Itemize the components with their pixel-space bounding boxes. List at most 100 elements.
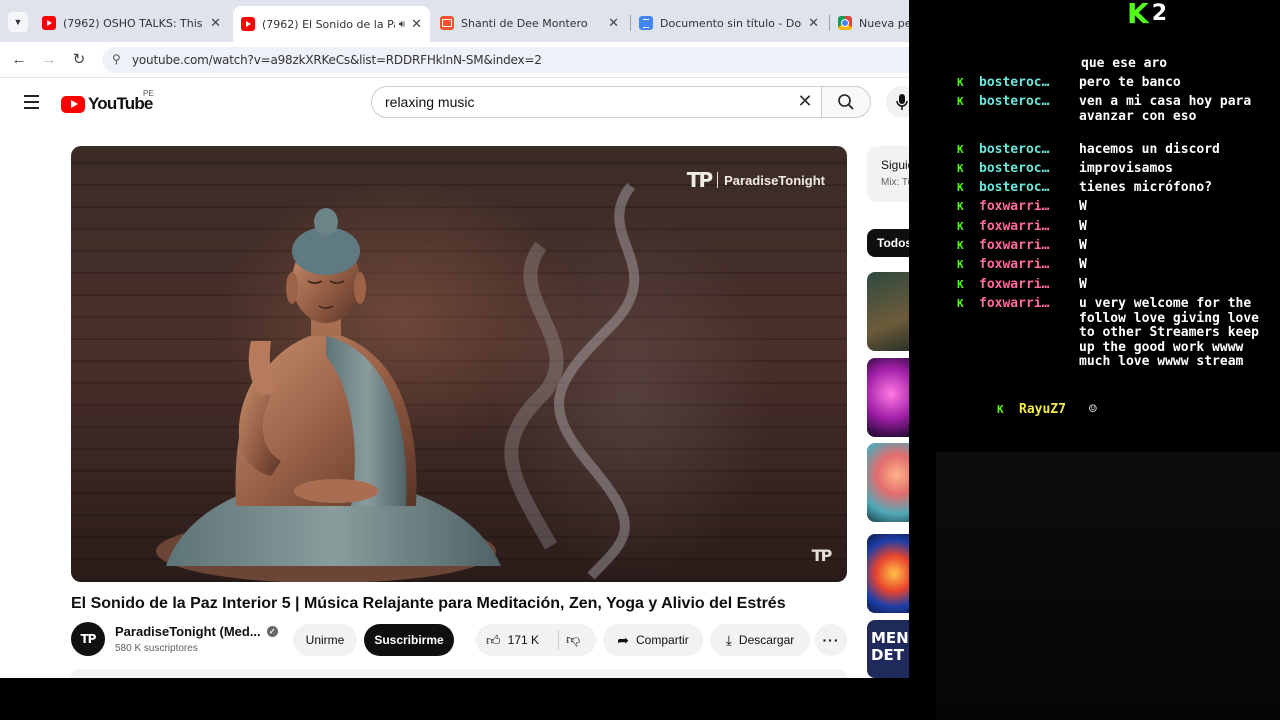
channel-name[interactable]: ParadiseTonight (Med... bbox=[115, 624, 261, 639]
url-text[interactable]: youtube.com/watch?v=a98zkXRKeCs&list=RDD… bbox=[132, 53, 542, 67]
reload-button[interactable]: ↻ bbox=[69, 50, 89, 70]
description-box[interactable] bbox=[71, 669, 847, 678]
menu-icon[interactable] bbox=[24, 95, 39, 113]
watermark-divider bbox=[717, 172, 719, 188]
chat-emote: W bbox=[1079, 257, 1087, 272]
kick-badge-icon: K bbox=[957, 220, 964, 233]
chat-message: K foxwarri… W bbox=[957, 257, 1269, 273]
kick-logo-letter: K bbox=[1127, 0, 1149, 30]
chat-emote: W bbox=[1079, 199, 1087, 214]
tab-title: (7962) El Sonido de la Paz Int... bbox=[262, 17, 395, 31]
search-button[interactable] bbox=[821, 86, 871, 118]
tab-title: Shanti de Dee Montero bbox=[461, 16, 588, 30]
filter-chip-all[interactable]: Todos bbox=[867, 229, 909, 257]
channel-name-link[interactable]: ParadiseTonight (Med... ✓ bbox=[115, 624, 278, 639]
browser-toolbar: ← → ↻ ⚲ youtube.com/watch?v=a98zkXRKeCs&… bbox=[0, 42, 909, 78]
chat-username: foxwarri… bbox=[979, 200, 1050, 214]
recommended-thumbnail[interactable] bbox=[867, 443, 909, 522]
kick-badge-icon: K bbox=[957, 162, 964, 175]
download-button[interactable]: ⤓ Descargar bbox=[710, 624, 810, 656]
close-icon[interactable]: ✕ bbox=[411, 17, 422, 32]
chat-username: bosteroc… bbox=[979, 181, 1050, 195]
tab-el-sonido-de-la-paz[interactable]: (7962) El Sonido de la Paz Int... 🔊︎ ✕ bbox=[233, 6, 430, 42]
subscriber-count: 580 K suscriptores bbox=[115, 643, 198, 654]
recommended-thumbnail[interactable]: MEN DET bbox=[867, 620, 909, 678]
youtube-page: YouTube PE ✕ bbox=[0, 79, 909, 678]
back-button[interactable]: ← bbox=[9, 50, 29, 70]
thumbs-up-icon: 👍︎ bbox=[486, 631, 501, 648]
search-icon bbox=[838, 94, 854, 110]
kick-badge-icon: K bbox=[957, 258, 964, 271]
youtube-icon bbox=[42, 16, 56, 30]
corner-watermark-icon[interactable]: TP bbox=[807, 546, 835, 568]
share-label: Compartir bbox=[636, 633, 689, 647]
browser-window: ▼ (7962) OSHO TALKS: This Is Only... ✕ (… bbox=[0, 0, 909, 678]
forward-button[interactable]: → bbox=[39, 50, 59, 70]
kick-badge-icon: K bbox=[957, 200, 964, 213]
verified-icon: ✓ bbox=[266, 626, 278, 637]
tab-strip: ▼ (7962) OSHO TALKS: This Is Only... ✕ (… bbox=[0, 0, 909, 42]
join-button[interactable]: Unirme bbox=[293, 624, 357, 656]
tab-shanti[interactable]: Shanti de Dee Montero ✕ bbox=[432, 8, 627, 38]
stream-chat-overlay: K 2 que ese aro K bosteroc… pero te banc… bbox=[909, 0, 1280, 720]
chat-username: foxwarri… bbox=[979, 239, 1050, 253]
clear-search-icon[interactable]: ✕ bbox=[793, 91, 817, 112]
country-code: PE bbox=[143, 89, 154, 98]
address-bar[interactable]: ⚲ youtube.com/watch?v=a98zkXRKeCs&list=R… bbox=[102, 47, 909, 73]
chat-message: K bosteroc… hacemos un discord bbox=[957, 142, 1269, 158]
tab-search-button[interactable]: ▼ bbox=[8, 12, 28, 32]
kick-badge-icon: K bbox=[957, 239, 964, 252]
chat-message: K bosteroc… pero te banco bbox=[957, 75, 1269, 91]
chevron-down-icon: ▼ bbox=[13, 17, 23, 27]
tab-new-tab[interactable]: Nueva pestaña bbox=[830, 8, 909, 38]
chat-message-text: ven a mi casa hoy para avanzar con eso bbox=[1079, 94, 1252, 124]
chat-message-text: improvisamos bbox=[1079, 161, 1173, 176]
recommended-thumbnail[interactable] bbox=[867, 272, 909, 351]
youtube-logo[interactable]: YouTube PE bbox=[61, 89, 154, 114]
like-divider bbox=[558, 630, 559, 650]
chat-message: K bosteroc… tienes micrófono? bbox=[957, 180, 1269, 196]
tab-title: (7962) OSHO TALKS: This Is Only... bbox=[63, 16, 204, 30]
speaker-icon[interactable]: 🔊︎ bbox=[399, 19, 405, 30]
more-actions-button[interactable]: ··· bbox=[815, 624, 847, 656]
search-input[interactable] bbox=[385, 93, 765, 111]
close-icon[interactable]: ✕ bbox=[210, 16, 221, 31]
overlay-background-panel bbox=[936, 452, 1280, 720]
chat-emote: W bbox=[1079, 238, 1087, 253]
chat-username: foxwarri… bbox=[979, 258, 1050, 272]
recommended-thumbnail[interactable] bbox=[867, 534, 909, 613]
kick-badge-icon: K bbox=[957, 95, 964, 108]
app-icon bbox=[440, 16, 454, 30]
chat-message-text: hacemos un discord bbox=[1079, 142, 1220, 157]
chat-emote: ☺ bbox=[1089, 402, 1097, 417]
brand-name: ParadiseTonight bbox=[724, 172, 825, 188]
tab-documento[interactable]: Documento sin título - Documentos ✕ bbox=[631, 8, 827, 38]
chat-emote: W bbox=[1079, 219, 1087, 234]
chat-username: foxwarri… bbox=[979, 297, 1050, 311]
recommended-thumbnail[interactable] bbox=[867, 358, 909, 437]
tab-title: Nueva pestaña bbox=[859, 16, 909, 30]
tab-osho-talks[interactable]: (7962) OSHO TALKS: This Is Only... ✕ bbox=[34, 8, 229, 38]
download-label: Descargar bbox=[738, 633, 795, 647]
subscribe-button[interactable]: Suscribirme bbox=[364, 624, 454, 656]
site-info-icon[interactable]: ⚲ bbox=[112, 52, 121, 66]
chat-message: K bosteroc… ven a mi casa hoy para avanz… bbox=[957, 94, 1269, 124]
kick-logo: K 2 bbox=[1127, 0, 1167, 28]
download-icon: ⤓ bbox=[725, 631, 732, 648]
close-icon[interactable]: ✕ bbox=[608, 16, 619, 31]
playlist-title: Siguiente bbox=[881, 158, 909, 172]
channel-avatar[interactable]: TP bbox=[71, 622, 105, 656]
voice-search-button[interactable] bbox=[886, 86, 909, 118]
like-button[interactable]: 👍︎ 171 K 👎︎ bbox=[476, 624, 596, 656]
chat-message: K foxwarri… W bbox=[957, 277, 1269, 293]
chat-username: foxwarri… bbox=[979, 220, 1050, 234]
video-player[interactable]: TP ParadiseTonight TP bbox=[71, 146, 847, 582]
video-title: El Sonido de la Paz Interior 5 | Música … bbox=[71, 595, 786, 612]
close-icon[interactable]: ✕ bbox=[808, 16, 819, 31]
chat-message: K foxwarri… W bbox=[957, 219, 1269, 235]
youtube-icon bbox=[241, 17, 255, 31]
playlist-panel[interactable]: Siguiente Mix: Tu... bbox=[867, 146, 909, 202]
kick-badge-icon: K bbox=[997, 403, 1004, 416]
thumbs-down-icon[interactable]: 👎︎ bbox=[566, 631, 580, 648]
share-button[interactable]: ➦ Compartir bbox=[603, 624, 703, 656]
